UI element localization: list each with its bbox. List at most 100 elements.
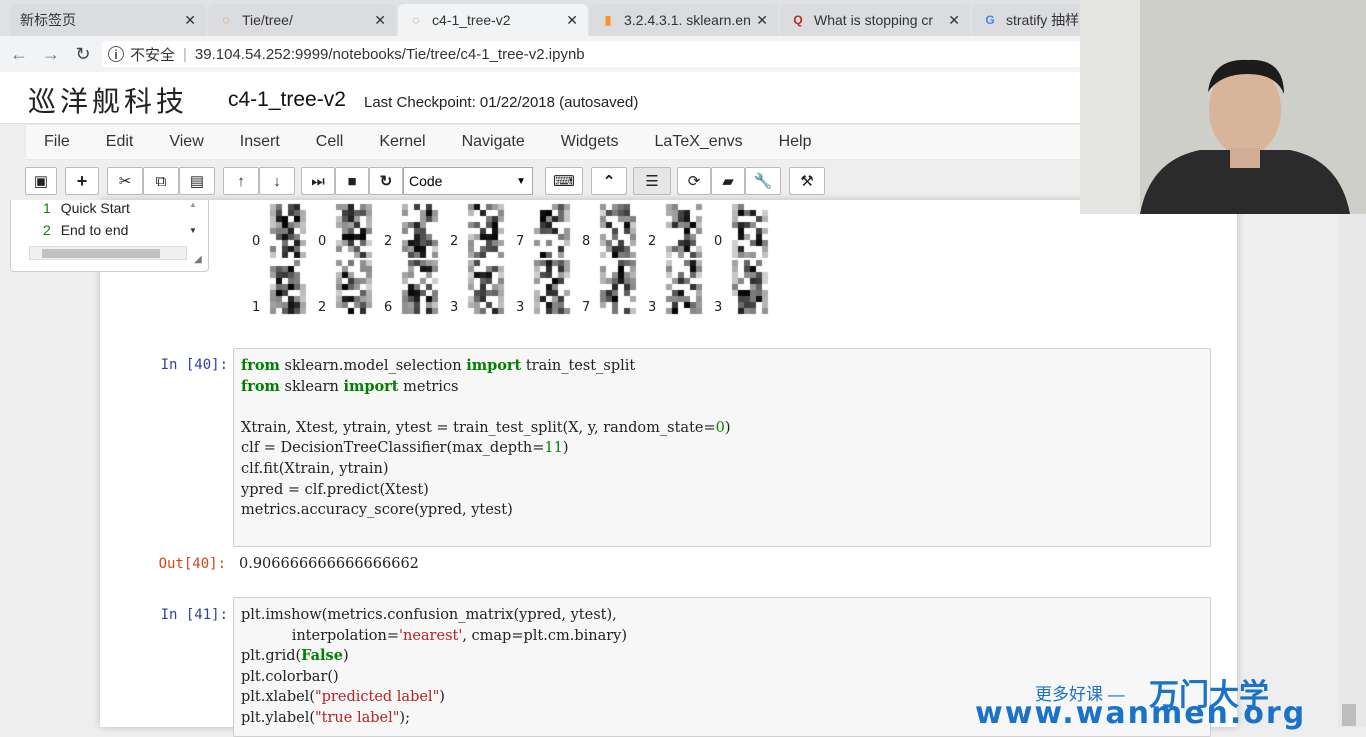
menu-insert[interactable]: Insert xyxy=(222,133,298,151)
code-cell-40[interactable]: from sklearn.model_selection import trai… xyxy=(233,348,1211,547)
menu-view[interactable]: View xyxy=(151,133,221,151)
arrow-down-icon: ↓ xyxy=(273,172,281,190)
page-scrollbar[interactable] xyxy=(1338,214,1366,727)
tab-tie-tree[interactable]: ◌ Tie/tree/ ✕ xyxy=(208,4,396,36)
cell-type-select[interactable]: Code ▼ xyxy=(403,167,533,195)
digit-image xyxy=(528,202,576,260)
collapse-button[interactable]: ⌃ xyxy=(591,167,627,195)
scissors-icon: ✂ xyxy=(118,173,132,190)
forward-icon[interactable]: → xyxy=(38,44,64,65)
digit-label: 3 xyxy=(516,300,525,315)
digit-label: 6 xyxy=(384,300,393,315)
cut-button[interactable]: ✂ xyxy=(107,167,143,195)
tab-c4-1-tree-v2[interactable]: ◌ c4-1_tree-v2 ✕ xyxy=(398,4,588,36)
book-button[interactable]: ▰ xyxy=(711,167,745,195)
gavel-button[interactable]: ⚒ xyxy=(789,167,825,195)
toc-scrollbar-vertical[interactable]: ▲ ▼ xyxy=(187,200,201,246)
close-icon[interactable]: ✕ xyxy=(566,12,578,29)
digit-label: 2 xyxy=(648,234,657,249)
scroll-down-icon[interactable]: ▼ xyxy=(189,226,197,235)
sklearn-icon: ▮ xyxy=(604,13,612,27)
digit-label: 0 xyxy=(252,234,261,249)
toc-item-end-to-end[interactable]: 2 End to end xyxy=(43,222,128,238)
run-button[interactable]: ⏭ xyxy=(301,167,335,195)
logo: 巡洋舰科技 xyxy=(28,85,189,118)
menu-widgets[interactable]: Widgets xyxy=(543,133,637,151)
digit-image xyxy=(264,202,312,260)
digit-label: 3 xyxy=(450,300,459,315)
paste-button[interactable]: ▤ xyxy=(179,167,215,195)
menu-edit[interactable]: Edit xyxy=(88,133,152,151)
url-field[interactable]: i 不安全 | 39.104.54.252:9999/notebooks/Tie… xyxy=(102,41,1102,67)
digit-image xyxy=(264,258,312,316)
menu-latex-envs[interactable]: LaTeX_envs xyxy=(637,133,761,151)
copy-icon: ⧉ xyxy=(155,172,167,190)
close-icon[interactable]: ✕ xyxy=(948,12,960,29)
watermark-url: www.wanmen.org xyxy=(975,696,1307,731)
toc-scrollbar-horizontal[interactable] xyxy=(29,246,187,260)
jupyter-icon: ◌ xyxy=(222,13,230,27)
close-icon[interactable]: ✕ xyxy=(756,12,768,29)
scroll-up-icon[interactable]: ▲ xyxy=(189,200,197,209)
jupyter-icon: ◌ xyxy=(412,13,420,27)
cell-type-value: Code xyxy=(409,173,443,189)
digit-image xyxy=(330,202,378,260)
menu-kernel[interactable]: Kernel xyxy=(361,133,443,151)
checkpoint-status: Last Checkpoint: 01/22/2018 (autosaved) xyxy=(364,94,639,111)
insert-cell-button[interactable]: + xyxy=(65,167,99,195)
refresh-button[interactable]: ⟳ xyxy=(677,167,711,195)
digit-image xyxy=(396,202,444,260)
menu-navigate[interactable]: Navigate xyxy=(444,133,543,151)
book-icon: ▰ xyxy=(722,173,734,190)
tab-sklearn[interactable]: ▮ 3.2.4.3.1. sklearn.en ✕ xyxy=(590,4,778,36)
digit-label: 2 xyxy=(318,300,327,315)
output-value: 0.906666666666666662 xyxy=(239,556,419,572)
digit-label: 2 xyxy=(384,234,393,249)
divider: | xyxy=(183,45,187,63)
toc-item-quick-start[interactable]: 1 Quick Start xyxy=(43,200,130,216)
move-down-button[interactable]: ↓ xyxy=(259,167,295,195)
notebook-name[interactable]: c4-1_tree-v2 xyxy=(228,88,346,112)
close-icon[interactable]: ✕ xyxy=(374,12,386,29)
copy-button[interactable]: ⧉ xyxy=(143,167,179,195)
stop-icon: ■ xyxy=(347,172,357,190)
presenter-image xyxy=(1080,0,1366,214)
tab-label: Tie/tree/ xyxy=(242,12,293,28)
tab-label: 新标签页 xyxy=(20,12,76,28)
paste-icon: ▤ xyxy=(189,173,205,190)
digit-image xyxy=(660,258,708,316)
menu-file[interactable]: File xyxy=(26,133,88,151)
tab-new-tab[interactable]: 新标签页 ✕ xyxy=(10,4,206,36)
tab-quora[interactable]: Q What is stopping cr ✕ xyxy=(780,4,970,36)
wrench-button[interactable]: 🔧 xyxy=(745,167,781,195)
digit-image xyxy=(594,202,642,260)
info-icon[interactable]: i xyxy=(108,46,124,62)
resize-handle-icon[interactable]: ◢ xyxy=(194,254,202,265)
arrow-up-icon: ↑ xyxy=(237,172,245,190)
digit-label: 1 xyxy=(252,300,261,315)
restart-icon: ↻ xyxy=(379,173,393,190)
toc-panel: 1 Quick Start 2 End to end ▲ ▼ ◢ xyxy=(10,200,209,272)
interrupt-button[interactable]: ■ xyxy=(335,167,369,195)
security-label: 不安全 xyxy=(130,46,176,64)
tab-label: What is stopping cr xyxy=(814,12,934,28)
menu-cell[interactable]: Cell xyxy=(298,133,362,151)
toc-button[interactable]: ☰ xyxy=(633,167,671,195)
digit-label: 0 xyxy=(318,234,327,249)
menu-bar: File Edit View Insert Cell Kernel Naviga… xyxy=(25,124,1115,160)
save-icon: ▣ xyxy=(33,173,49,190)
save-button[interactable]: ▣ xyxy=(25,167,57,195)
back-icon[interactable]: ← xyxy=(6,44,32,65)
move-up-button[interactable]: ↑ xyxy=(223,167,259,195)
command-palette-button[interactable]: ⌨ xyxy=(545,167,583,195)
digit-image xyxy=(726,258,774,316)
digit-label: 2 xyxy=(450,234,459,249)
reload-icon[interactable]: ↻ xyxy=(70,44,96,65)
close-icon[interactable]: ✕ xyxy=(184,12,196,29)
digit-label: 8 xyxy=(582,234,591,249)
output-prompt: Out[40]: xyxy=(158,556,226,572)
restart-button[interactable]: ↻ xyxy=(369,167,403,195)
menu-help[interactable]: Help xyxy=(761,133,830,151)
gavel-icon: ⚒ xyxy=(800,173,814,190)
scroll-thumb[interactable] xyxy=(42,249,160,258)
